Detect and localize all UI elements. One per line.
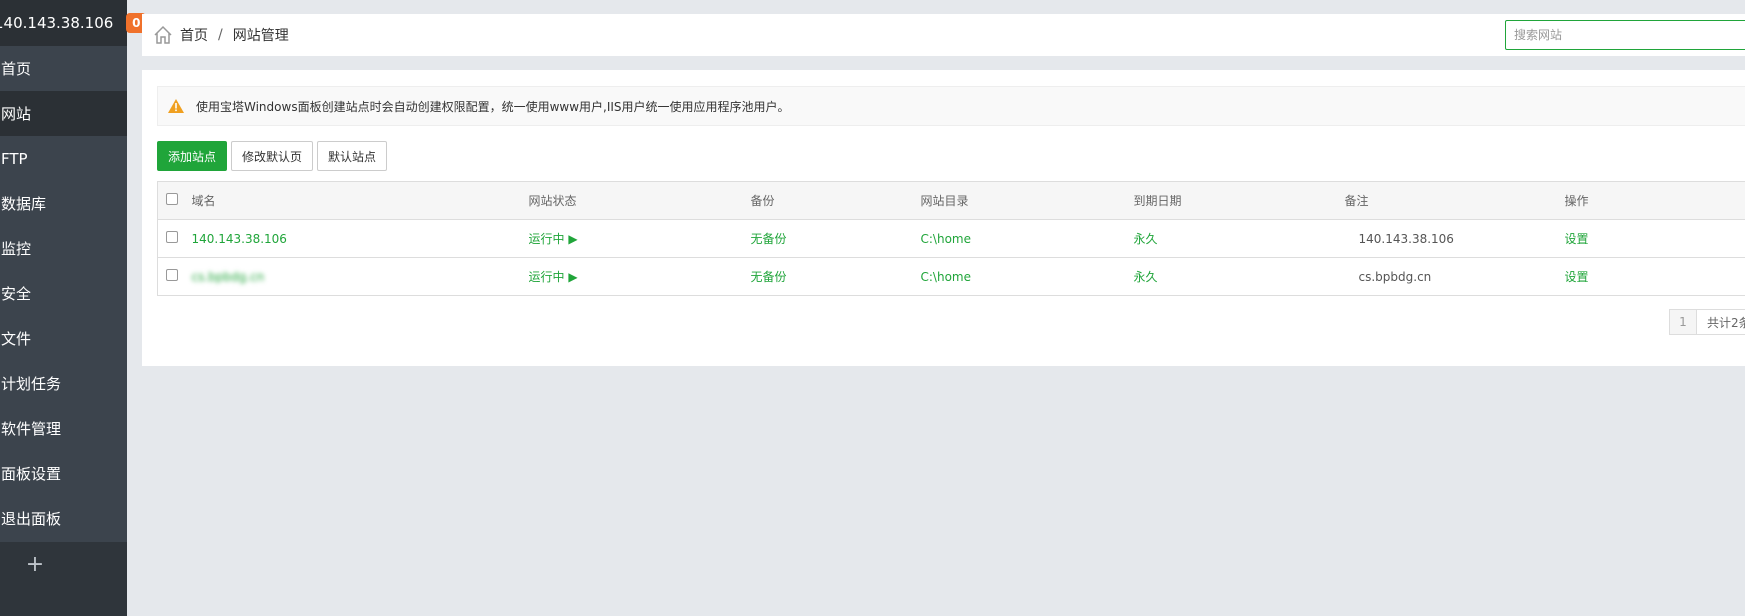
default-site-button[interactable]: 默认站点 [317,141,388,171]
site-panel: 使用宝塔Windows面板创建站点时会自动创建权限配置，统一使用www用户,II… [142,70,1745,366]
sidebar-item-cron[interactable]: 计划任务 [0,361,127,406]
site-note[interactable]: 140.143.38.106 [1344,219,1565,258]
breadcrumb-bar: 首页 / 网站管理 [142,14,1745,56]
col-note: 备注 [1344,181,1565,220]
sidebar-item-label: 监控 [1,240,32,258]
col-domain[interactable]: 域名 [191,181,529,220]
site-domain-link[interactable]: cs.bpbdg.cn [191,257,529,296]
toolbar: 添加站点 修改默认页 默认站点 [157,141,391,171]
server-host: 140.143.38.106 [0,14,114,32]
row-checkbox[interactable] [166,231,178,243]
col-action: 操作 [1564,181,1745,220]
site-backup[interactable]: 无备份 [750,219,921,258]
site-note-text: cs.bpbdg.cn [1358,269,1432,284]
site-domain-text: cs.bpbdg.cn [191,269,265,284]
page-number[interactable]: 1 [1669,309,1697,335]
sidebar: 140.143.38.106 0 首页 网站 FTP 数据库 监控 安全 文件 … [0,0,147,616]
site-status[interactable]: 运行中 ▶ [528,257,751,296]
select-all-checkbox[interactable] [166,193,178,205]
site-dir[interactable]: C:\home [920,219,1134,258]
warning-icon [168,99,184,113]
sidebar-item-security[interactable]: 安全 [0,271,127,316]
sidebar-item-label: 数据库 [1,195,47,213]
home-icon[interactable] [152,24,174,46]
site-settings-link[interactable]: 设置 [1564,257,1745,296]
sidebar-item-label: 退出面板 [1,510,62,528]
sidebar-item-home[interactable]: 首页 [0,46,127,91]
add-site-button[interactable]: 添加站点 [157,141,228,171]
sidebar-item-logout[interactable]: 退出面板 [0,496,127,541]
add-shortcut-button[interactable]: + [0,552,70,577]
sidebar-item-label: 网站 [1,105,32,123]
sidebar-footer: + [0,542,127,616]
pagination: 1 共计2条数据 [1669,309,1745,335]
col-expire[interactable]: 到期日期 [1133,181,1345,220]
site-expire[interactable]: 永久 [1133,257,1345,296]
sidebar-item-database[interactable]: 数据库 [0,181,127,226]
row-checkbox[interactable] [166,269,178,281]
sidebar-item-ftp[interactable]: FTP [0,136,127,181]
sidebar-item-label: 安全 [1,285,32,303]
sidebar-header: 140.143.38.106 0 [0,0,147,46]
sidebar-item-label: 首页 [1,60,32,78]
notice-text: 使用宝塔Windows面板创建站点时会自动创建权限配置，统一使用www用户,II… [196,99,790,114]
site-note-text: 140.143.38.106 [1358,231,1454,246]
sidebar-item-website[interactable]: 网站 [0,91,127,136]
edit-default-page-button[interactable]: 修改默认页 [231,141,314,171]
table-row: cs.bpbdg.cn 运行中 ▶ 无备份 C:\home 永久 cs.bpbd… [157,257,1745,296]
col-dir: 网站目录 [920,181,1134,220]
site-backup[interactable]: 无备份 [750,257,921,296]
page-total: 共计2条数据 [1697,309,1745,335]
table-row: 140.143.38.106 运行中 ▶ 无备份 C:\home 永久 140.… [157,219,1745,258]
site-note[interactable]: cs.bpbdg.cn [1344,257,1565,296]
notice-bar: 使用宝塔Windows面板创建站点时会自动创建权限配置，统一使用www用户,II… [157,86,1745,126]
breadcrumb-current: 网站管理 [232,28,289,44]
sidebar-item-monitor[interactable]: 监控 [0,226,127,271]
table-header-row: 域名 网站状态 备份 网站目录 到期日期 备注 操作 [157,181,1745,220]
col-backup: 备份 [750,181,921,220]
sidebar-item-label: FTP [1,149,28,168]
search-input[interactable] [1505,20,1745,50]
site-table: 域名 网站状态 备份 网站目录 到期日期 备注 操作 140.143.38.10… [157,181,1745,296]
sidebar-item-panel-settings[interactable]: 面板设置 [0,451,127,496]
sidebar-item-software[interactable]: 软件管理 [0,406,127,451]
site-expire[interactable]: 永久 [1133,219,1345,258]
breadcrumb-separator: / [218,27,223,43]
breadcrumb-home[interactable]: 首页 [180,25,208,45]
site-dir[interactable]: C:\home [920,257,1134,296]
sidebar-item-label: 计划任务 [1,375,62,393]
sidebar-item-files[interactable]: 文件 [0,316,127,361]
col-status[interactable]: 网站状态 [528,181,751,220]
sidebar-item-label: 文件 [1,330,32,348]
site-settings-link[interactable]: 设置 [1564,219,1745,258]
site-domain-link[interactable]: 140.143.38.106 [191,219,529,258]
sidebar-item-label: 软件管理 [1,420,62,438]
site-status[interactable]: 运行中 ▶ [528,219,751,258]
sidebar-item-label: 面板设置 [1,465,62,483]
